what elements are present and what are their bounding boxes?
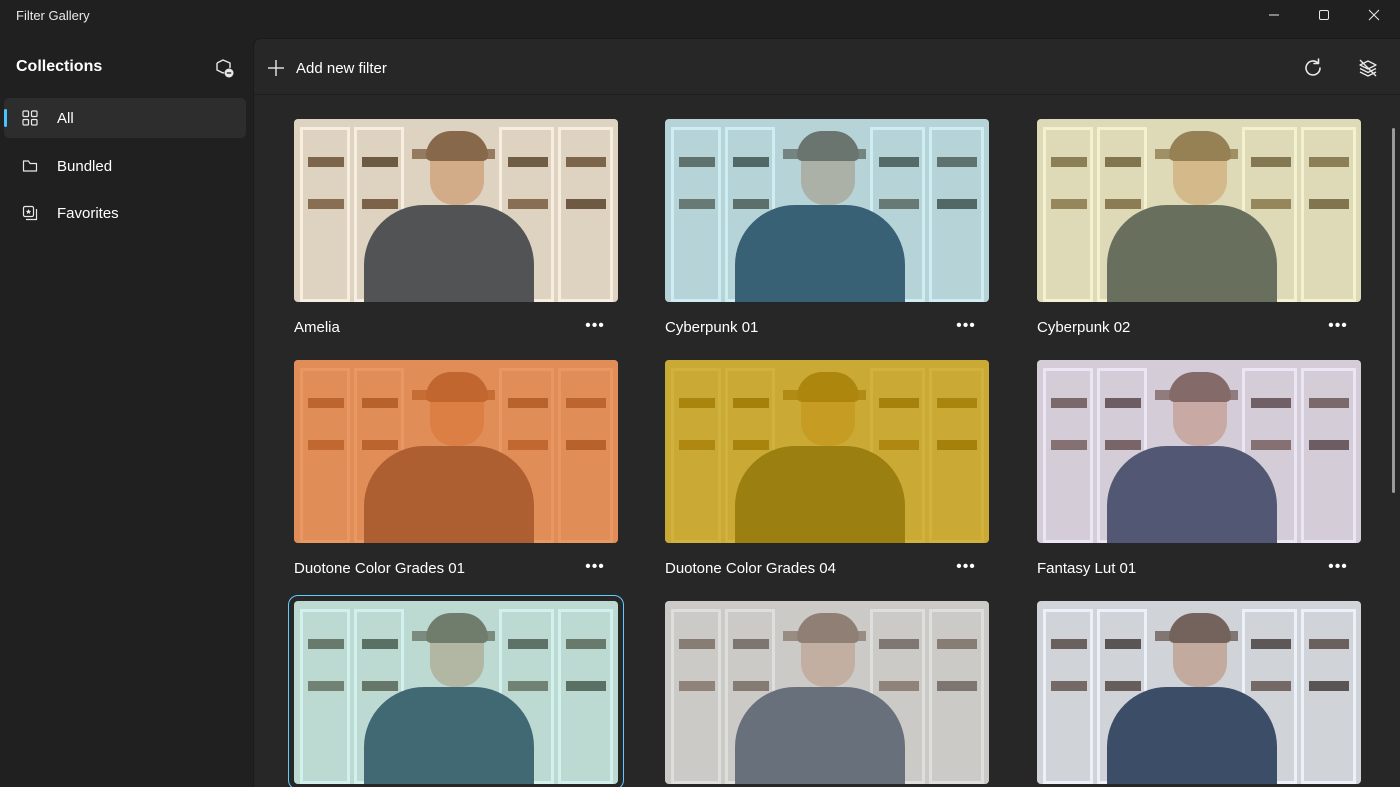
filter-thumbnail[interactable]	[1037, 601, 1361, 784]
collections-heading: Collections	[16, 58, 103, 75]
filter-card[interactable]: •••	[665, 601, 989, 784]
plus-icon	[268, 60, 284, 76]
filter-card[interactable]: •••	[1037, 601, 1361, 784]
filter-thumbnail[interactable]	[294, 360, 618, 543]
filter-thumbnail[interactable]	[1037, 360, 1361, 543]
more-icon: •••	[585, 317, 605, 334]
more-options-button[interactable]: •••	[1323, 315, 1353, 337]
more-icon: •••	[1328, 317, 1348, 334]
filter-thumbnail[interactable]	[1037, 119, 1361, 302]
bundle-icon	[21, 157, 39, 175]
filter-thumbnail[interactable]	[665, 119, 989, 302]
filter-name: Duotone Color Grades 01	[294, 560, 465, 577]
sidebar-item-favorites[interactable]: Favorites	[4, 193, 246, 233]
filter-card[interactable]: •••	[288, 595, 624, 787]
filter-tint-overlay	[294, 360, 618, 543]
close-icon	[1368, 9, 1380, 21]
filter-name: Amelia	[294, 319, 340, 336]
hide-layers-button[interactable]	[1353, 53, 1383, 83]
filter-thumbnail[interactable]	[665, 360, 989, 543]
filter-tint-overlay	[665, 601, 989, 784]
grid-icon	[21, 109, 39, 127]
filter-card[interactable]: Cyberpunk 01 •••	[665, 119, 989, 336]
sidebar-item-label: Bundled	[57, 158, 113, 175]
add-collection-button[interactable]	[210, 54, 238, 82]
filter-name: Cyberpunk 02	[1037, 319, 1131, 336]
add-collection-icon	[216, 59, 234, 78]
filter-tint-overlay	[665, 119, 989, 302]
sidebar-item-label: Favorites	[57, 205, 119, 222]
filter-tint-overlay	[294, 601, 618, 784]
more-options-button[interactable]: •••	[951, 315, 981, 337]
filter-card[interactable]: Amelia •••	[294, 119, 618, 336]
layers-hide-icon	[1359, 59, 1377, 77]
filter-card[interactable]: Fantasy Lut 01 •••	[1037, 360, 1361, 577]
more-icon: •••	[956, 317, 976, 334]
window-title: Filter Gallery	[16, 8, 90, 23]
filter-thumbnail[interactable]	[288, 595, 624, 787]
more-icon: •••	[585, 558, 605, 575]
filter-name: Fantasy Lut 01	[1037, 560, 1137, 577]
refresh-button[interactable]	[1298, 53, 1328, 83]
main-panel: Add new filter Amelia ••• Cyberpunk 01 •…	[253, 38, 1400, 787]
sidebar: Collections All Bundled Favorites	[0, 38, 253, 787]
filter-tint-overlay	[294, 119, 618, 302]
sidebar-item-bundled[interactable]: Bundled	[4, 146, 246, 186]
more-options-button[interactable]: •••	[1323, 556, 1353, 578]
filter-tint-overlay	[1037, 601, 1361, 784]
filter-card[interactable]: Duotone Color Grades 01 •••	[294, 360, 618, 577]
toolbar: Add new filter	[254, 39, 1400, 95]
minimize-button[interactable]	[1249, 0, 1299, 30]
filter-name: Duotone Color Grades 04	[665, 560, 836, 577]
title-bar: Filter Gallery	[0, 0, 1400, 38]
sidebar-item-all[interactable]: All	[4, 98, 246, 138]
filter-name: Cyberpunk 01	[665, 319, 759, 336]
more-options-button[interactable]: •••	[580, 315, 610, 337]
maximize-button[interactable]	[1299, 0, 1349, 30]
add-new-filter-label: Add new filter	[296, 59, 387, 77]
more-icon: •••	[1328, 558, 1348, 575]
filter-tint-overlay	[1037, 360, 1361, 543]
close-button[interactable]	[1349, 0, 1399, 30]
filter-tint-overlay	[665, 360, 989, 543]
sidebar-item-label: All	[57, 110, 74, 127]
more-options-button[interactable]: •••	[951, 556, 981, 578]
maximize-icon	[1319, 10, 1329, 20]
add-new-filter-button[interactable]: Add new filter	[266, 53, 387, 83]
favorites-icon	[21, 204, 39, 222]
filter-thumbnail[interactable]	[665, 601, 989, 784]
scrollbar[interactable]	[1392, 128, 1395, 493]
selection-indicator	[4, 109, 7, 127]
minimize-icon	[1269, 14, 1279, 16]
more-icon: •••	[956, 558, 976, 575]
filter-card[interactable]: Duotone Color Grades 04 •••	[665, 360, 989, 577]
refresh-icon	[1305, 58, 1321, 76]
filter-tint-overlay	[1037, 119, 1361, 302]
filter-thumbnail[interactable]	[294, 119, 618, 302]
filter-card[interactable]: Cyberpunk 02 •••	[1037, 119, 1361, 336]
more-options-button[interactable]: •••	[580, 556, 610, 578]
